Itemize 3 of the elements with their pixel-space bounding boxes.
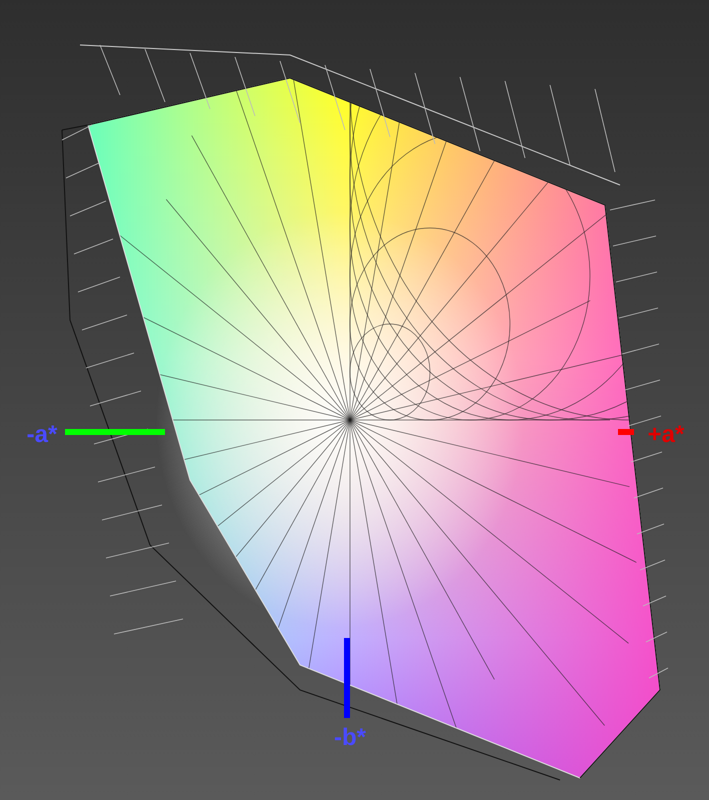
axis-label: -b* (334, 724, 366, 751)
axis-label: +a* (648, 421, 684, 448)
axis-label: -a* (26, 421, 58, 448)
